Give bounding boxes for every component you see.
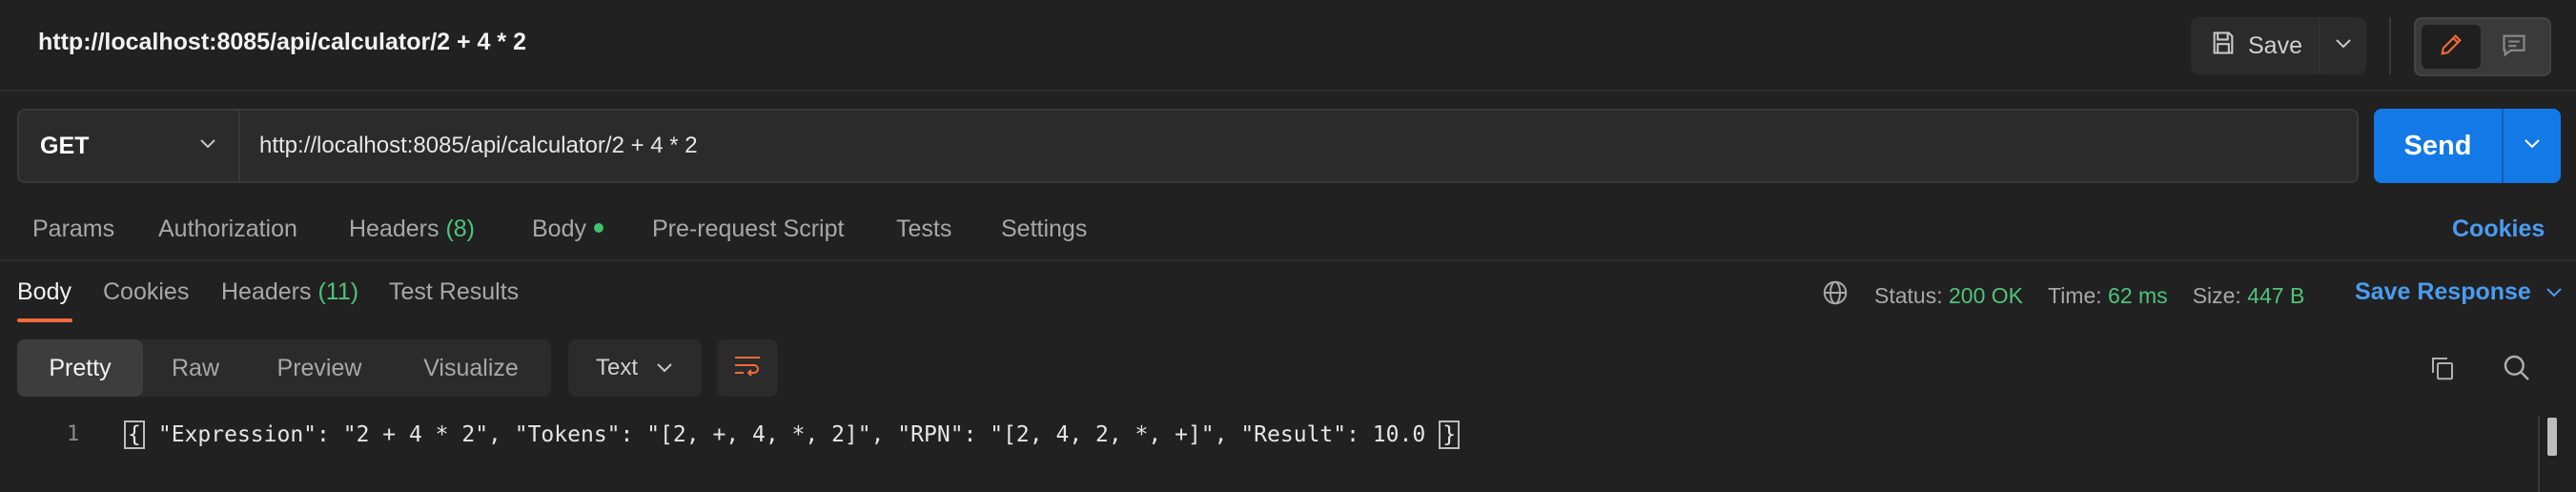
response-tab-headers-label: Headers (221, 278, 312, 305)
tab-pre-request-script[interactable]: Pre-request Script (652, 215, 844, 243)
mode-toggle (2414, 17, 2551, 76)
method-label: GET (40, 132, 90, 159)
response-tab-cookies[interactable]: Cookies (103, 278, 189, 306)
chevron-down-icon (655, 355, 674, 381)
status-value: 200 OK (1949, 282, 2023, 308)
tab-body[interactable]: Body (532, 215, 603, 243)
scrollbar-track (2538, 416, 2540, 492)
open-brace-highlight: { (124, 420, 145, 449)
size-label: Size: (2192, 282, 2241, 308)
copy-icon (2428, 354, 2457, 387)
wrap-lines-icon (732, 353, 763, 384)
tab-headers-label: Headers (349, 215, 440, 242)
chevron-down-icon (2523, 137, 2542, 155)
tab-settings[interactable]: Settings (1001, 215, 1087, 243)
request-title[interactable]: http://localhost:8085/api/calculator/2 +… (38, 29, 526, 56)
response-tab-headers[interactable]: Headers (11) (221, 278, 358, 306)
save-response-button[interactable]: Save Response (2355, 278, 2564, 306)
view-raw[interactable]: Raw (143, 339, 248, 397)
save-button[interactable]: Save (2191, 17, 2319, 74)
status-label: Status: (1874, 282, 1943, 308)
globe-icon[interactable] (1821, 278, 1850, 313)
status-indicator[interactable]: Status: 200 OK (1874, 283, 2023, 309)
view-preview[interactable]: Preview (248, 339, 391, 397)
wrap-lines-button[interactable] (717, 339, 778, 397)
time-label: Time: (2048, 282, 2102, 308)
response-status: Status: 200 OK Time: 62 ms Size: 447 B (1821, 278, 2304, 313)
line-number: 1 (67, 422, 80, 446)
view-mode-segmented: Pretty Raw Preview Visualize (17, 339, 551, 397)
chevron-down-icon (2334, 37, 2353, 55)
response-code-line[interactable]: { "Expression": "2 + 4 * 2", "Tokens": "… (124, 420, 1461, 449)
copy-button[interactable] (2422, 349, 2464, 391)
search-icon (2502, 353, 2532, 388)
toolbar-divider (2389, 17, 2391, 74)
body-indicator-dot (593, 223, 603, 234)
method-select[interactable]: GET (17, 109, 238, 183)
tab-headers[interactable]: Headers (8) (349, 215, 475, 243)
pencil-icon (2438, 31, 2464, 63)
save-group: Save (2191, 17, 2366, 74)
view-visualize[interactable]: Visualize (391, 339, 551, 397)
search-button[interactable] (2496, 349, 2538, 391)
time-value: 62 ms (2108, 282, 2168, 308)
scrollbar-thumb[interactable] (2547, 418, 2557, 456)
tab-body-label: Body (532, 215, 586, 242)
tab-tests[interactable]: Tests (896, 215, 951, 243)
save-label: Save (2248, 31, 2302, 59)
response-tab-headers-count: (11) (317, 278, 359, 305)
format-select[interactable]: Text (568, 339, 702, 397)
save-response-label: Save Response (2355, 278, 2531, 305)
send-button[interactable]: Send (2374, 109, 2502, 183)
cookies-link[interactable]: Cookies (2452, 215, 2545, 243)
edit-mode-button[interactable] (2422, 25, 2481, 69)
close-brace-highlight: } (1439, 420, 1461, 449)
send-group: Send (2374, 109, 2561, 183)
response-tab-body[interactable]: Body (17, 278, 72, 306)
comment-icon (2501, 31, 2527, 63)
tab-params[interactable]: Params (32, 215, 114, 243)
response-body-text: "Expression": "2 + 4 * 2", "Tokens": "[2… (157, 422, 1426, 447)
time-indicator[interactable]: Time: 62 ms (2048, 283, 2168, 309)
chevron-down-icon (2545, 278, 2564, 306)
save-options-button[interactable] (2319, 17, 2366, 74)
save-icon (2210, 30, 2237, 63)
response-tab-test-results[interactable]: Test Results (389, 278, 519, 306)
send-options-button[interactable] (2502, 109, 2561, 183)
request-tabs-divider (0, 259, 2576, 261)
size-value: 447 B (2247, 282, 2305, 308)
format-label: Text (595, 355, 638, 380)
size-indicator[interactable]: Size: 447 B (2193, 283, 2305, 309)
url-input[interactable] (238, 109, 2359, 183)
tab-authorization[interactable]: Authorization (158, 215, 297, 243)
view-pretty[interactable]: Pretty (17, 339, 143, 397)
tab-headers-count: (8) (445, 215, 476, 242)
chevron-down-icon (198, 137, 217, 155)
active-tab-underline (17, 318, 72, 322)
comments-button[interactable] (2484, 25, 2544, 69)
